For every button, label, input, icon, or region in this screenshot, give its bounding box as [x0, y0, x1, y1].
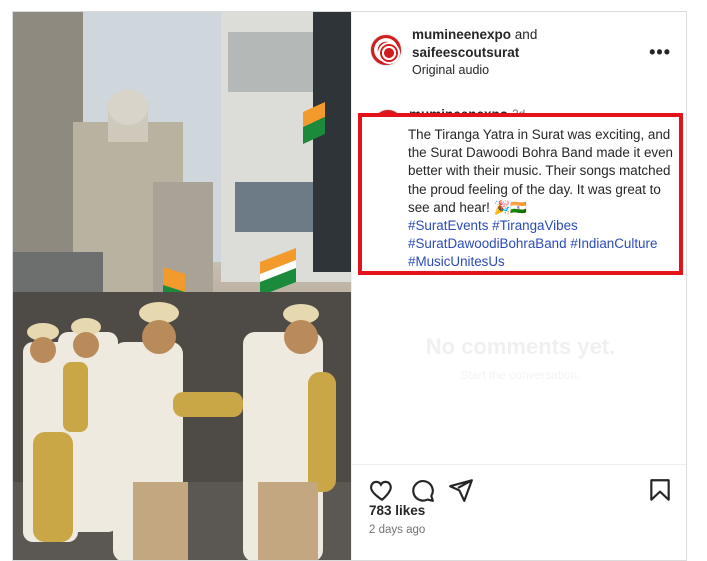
more-icon[interactable]: •••	[649, 42, 671, 63]
post-time: 2 days ago	[369, 524, 426, 536]
empty-comments: No comments yet. Start the conversation.	[352, 334, 686, 382]
authors-joiner: and	[514, 27, 538, 42]
comment-icon[interactable]	[409, 477, 435, 503]
post-sidebar: mumineenexpo and saifeescoutsurat Origin…	[351, 12, 686, 560]
hashtag-link[interactable]: #SuratEvents	[408, 218, 488, 233]
video-frame	[13, 12, 351, 560]
action-bar	[352, 464, 686, 502]
post-video[interactable]	[13, 12, 351, 560]
author-primary-link[interactable]: mumineenexpo	[412, 27, 511, 42]
likes-count[interactable]: 783 likes	[369, 503, 425, 518]
caption-body: The Tiranga Yatra in Surat was exciting,…	[408, 127, 674, 215]
highlighted-caption: The Tiranga Yatra in Surat was exciting,…	[358, 113, 683, 275]
post-header: mumineenexpo and saifeescoutsurat Origin…	[352, 12, 686, 92]
empty-subtitle: Start the conversation.	[460, 368, 581, 382]
hashtag-link[interactable]: #MusicUnitesUs	[408, 254, 505, 269]
bookmark-icon[interactable]	[647, 477, 673, 503]
hashtag-link[interactable]: #IndianCulture	[570, 236, 657, 251]
post-authors: mumineenexpo and saifeescoutsurat	[412, 26, 537, 62]
hashtag-link[interactable]: #TirangaVibes	[492, 218, 578, 233]
heart-icon[interactable]	[369, 477, 395, 503]
share-icon[interactable]	[448, 477, 474, 503]
empty-title: No comments yet.	[425, 334, 616, 359]
caption-text: The Tiranga Yatra in Surat was exciting,…	[408, 126, 673, 272]
audio-label[interactable]: Original audio	[412, 63, 489, 77]
hashtag-link[interactable]: #SuratDawoodiBohraBand	[408, 236, 567, 251]
author-secondary-link[interactable]: saifeescoutsurat	[412, 45, 519, 60]
coauthor-avatar[interactable]	[378, 42, 400, 64]
post-card: mumineenexpo and saifeescoutsurat Origin…	[12, 11, 687, 561]
